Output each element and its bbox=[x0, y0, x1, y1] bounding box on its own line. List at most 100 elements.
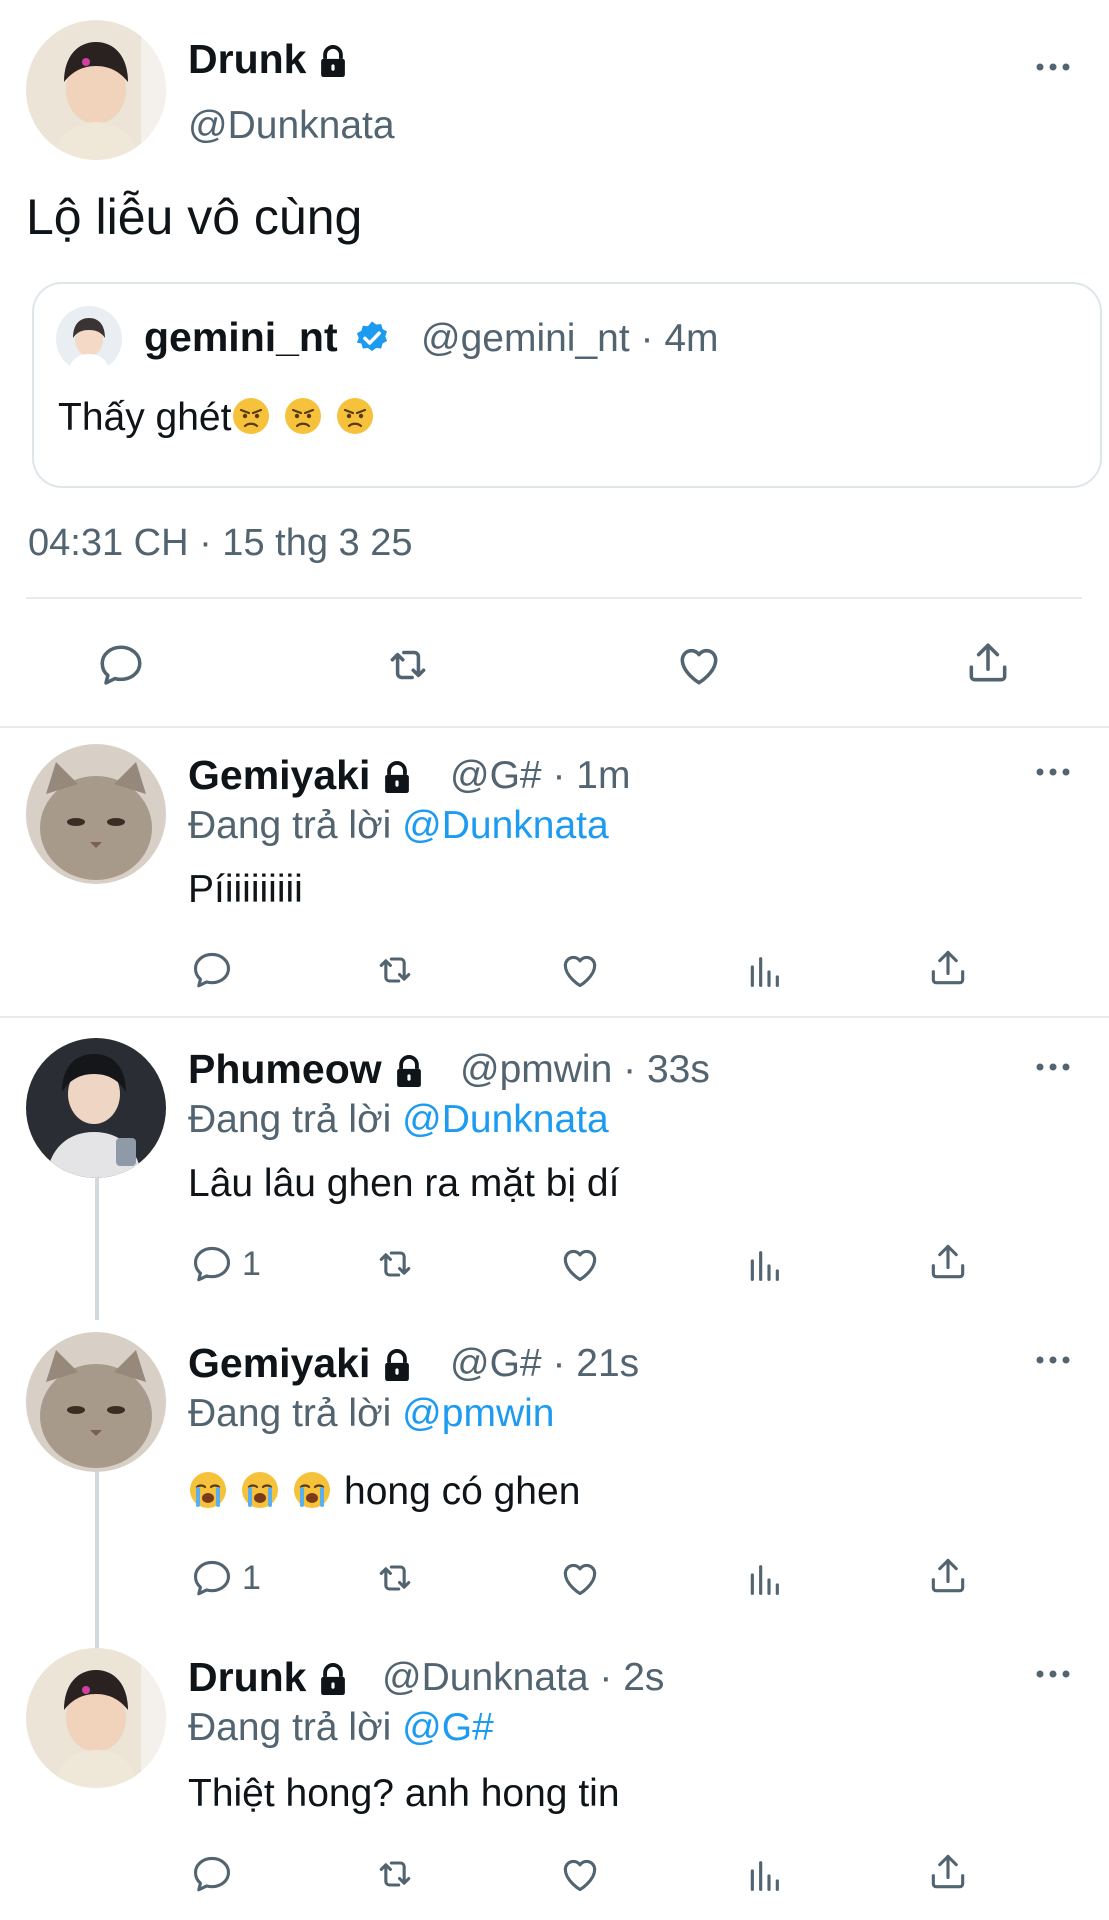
share-button[interactable] bbox=[926, 946, 970, 990]
like-button[interactable] bbox=[674, 640, 724, 690]
angry-face-icon bbox=[335, 396, 375, 436]
handle-time: @Dunknata · 2s bbox=[382, 1656, 665, 1699]
speech-bubble-icon bbox=[190, 1242, 234, 1286]
lock-icon bbox=[378, 759, 416, 797]
mention-link[interactable]: @Dunknata bbox=[402, 1098, 609, 1141]
thread-line bbox=[95, 1472, 99, 1648]
mention-link[interactable]: @Dunknata bbox=[402, 804, 609, 847]
avatar bbox=[56, 306, 122, 372]
mention-link[interactable]: @G# bbox=[402, 1706, 494, 1749]
more-dots-icon[interactable] bbox=[1033, 1055, 1073, 1079]
handle-time: @pmwin · 33s bbox=[460, 1048, 710, 1091]
bar-chart-icon bbox=[744, 1856, 784, 1896]
share-button[interactable] bbox=[963, 638, 1013, 688]
display-name[interactable]: Drunk bbox=[188, 1654, 352, 1701]
bar-chart-icon bbox=[744, 952, 784, 992]
like-button[interactable] bbox=[558, 948, 602, 992]
tweet-text: Lộ liễu vô cùng bbox=[26, 189, 363, 245]
views-button[interactable] bbox=[744, 1560, 784, 1600]
replying-to: Đang trả lời @Dunknata bbox=[188, 804, 609, 847]
more-dots-icon[interactable] bbox=[1033, 1662, 1073, 1686]
speech-bubble-icon bbox=[190, 1556, 234, 1600]
lock-icon bbox=[314, 43, 352, 81]
retweet-button[interactable] bbox=[372, 1242, 418, 1286]
share-button[interactable] bbox=[926, 1850, 970, 1894]
reply-button[interactable] bbox=[96, 640, 146, 690]
reply-button[interactable] bbox=[190, 948, 234, 992]
speech-bubble-icon bbox=[190, 948, 234, 992]
quote-handle-time: @gemini_nt · 4m bbox=[421, 317, 719, 360]
replying-to: Đang trả lời @Dunknata bbox=[188, 1098, 609, 1141]
avatar[interactable] bbox=[26, 1038, 166, 1178]
handle-time: @G# · 1m bbox=[450, 754, 631, 797]
heart-icon bbox=[558, 1242, 602, 1286]
reply-count: 1 bbox=[242, 1244, 261, 1283]
timestamp[interactable]: 04:31 CH · 15 thg 3 25 bbox=[28, 522, 412, 565]
reply-button[interactable]: 1 bbox=[190, 1556, 261, 1600]
heart-icon bbox=[558, 948, 602, 992]
reply-button[interactable] bbox=[190, 1852, 234, 1896]
lock-icon bbox=[314, 1661, 352, 1699]
share-upload-icon bbox=[926, 1554, 970, 1598]
retweet-icon bbox=[372, 1556, 418, 1600]
like-button[interactable] bbox=[558, 1852, 602, 1896]
replying-to: Đang trả lời @pmwin bbox=[188, 1392, 555, 1435]
views-button[interactable] bbox=[744, 1246, 784, 1286]
quote-display-name: gemini_nt bbox=[144, 314, 391, 361]
heart-icon bbox=[674, 640, 724, 690]
angry-face-icon bbox=[283, 396, 323, 436]
reply-text: hong có ghen bbox=[188, 1470, 580, 1514]
retweet-button[interactable] bbox=[372, 1852, 418, 1896]
speech-bubble-icon bbox=[96, 640, 146, 690]
crying-face-icon bbox=[188, 1470, 228, 1510]
share-upload-icon bbox=[926, 1850, 970, 1894]
lock-icon bbox=[390, 1053, 428, 1091]
verified-badge-icon bbox=[357, 321, 388, 352]
retweet-button[interactable] bbox=[382, 640, 434, 690]
retweet-icon bbox=[372, 948, 418, 992]
reply-text: Píiiiiiiiii bbox=[188, 868, 303, 911]
divider bbox=[26, 597, 1082, 599]
reply-count: 1 bbox=[242, 1558, 261, 1597]
quote-card[interactable]: gemini_nt @gemini_nt · 4m Thấy ghét bbox=[32, 282, 1102, 488]
avatar[interactable] bbox=[26, 1648, 166, 1788]
like-button[interactable] bbox=[558, 1242, 602, 1286]
views-button[interactable] bbox=[744, 952, 784, 992]
speech-bubble-icon bbox=[190, 1852, 234, 1896]
bar-chart-icon bbox=[744, 1560, 784, 1600]
like-button[interactable] bbox=[558, 1556, 602, 1600]
bar-chart-icon bbox=[744, 1246, 784, 1286]
quote-text: Thấy ghét bbox=[58, 396, 387, 440]
views-button[interactable] bbox=[744, 1856, 784, 1896]
display-name[interactable]: Phumeow bbox=[188, 1046, 428, 1093]
share-upload-icon bbox=[926, 1240, 970, 1284]
mention-link[interactable]: @pmwin bbox=[402, 1392, 554, 1435]
share-upload-icon bbox=[963, 638, 1013, 688]
divider bbox=[0, 726, 1109, 728]
retweet-button[interactable] bbox=[372, 1556, 418, 1600]
lock-icon bbox=[378, 1347, 416, 1385]
display-name[interactable]: Drunk bbox=[188, 36, 352, 83]
display-name[interactable]: Gemiyaki bbox=[188, 1340, 416, 1387]
crying-face-icon bbox=[240, 1470, 280, 1510]
reply-text: Lâu lâu ghen ra mặt bị dí bbox=[188, 1162, 620, 1205]
handle[interactable]: @Dunknata bbox=[188, 104, 395, 148]
retweet-icon bbox=[372, 1852, 418, 1896]
more-dots-icon[interactable] bbox=[1033, 1348, 1073, 1372]
retweet-button[interactable] bbox=[372, 948, 418, 992]
share-button[interactable] bbox=[926, 1554, 970, 1598]
handle-time: @G# · 21s bbox=[450, 1342, 640, 1385]
reply-button[interactable]: 1 bbox=[190, 1242, 261, 1286]
avatar[interactable] bbox=[26, 1332, 166, 1472]
avatar[interactable] bbox=[26, 20, 166, 160]
divider bbox=[0, 1016, 1109, 1018]
thread-line bbox=[95, 1178, 99, 1320]
share-button[interactable] bbox=[926, 1240, 970, 1284]
replying-to: Đang trả lời @G# bbox=[188, 1706, 494, 1749]
avatar[interactable] bbox=[26, 744, 166, 884]
retweet-icon bbox=[382, 640, 434, 690]
more-dots-icon[interactable] bbox=[1033, 760, 1073, 784]
share-upload-icon bbox=[926, 946, 970, 990]
display-name[interactable]: Gemiyaki bbox=[188, 752, 416, 799]
more-dots-icon[interactable] bbox=[1033, 55, 1073, 79]
